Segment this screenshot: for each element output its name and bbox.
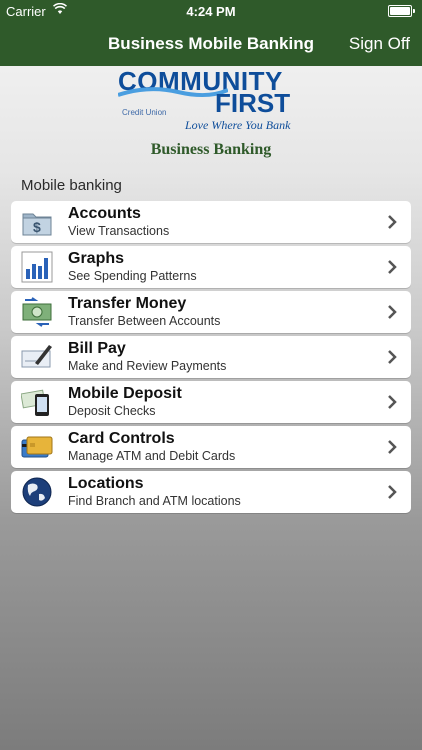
menu-item-title: Mobile Deposit [68,385,182,402]
chevron-right-icon [388,215,397,229]
chevron-right-icon [388,305,397,319]
menu-item-subtitle: Make and Review Payments [68,359,227,373]
logo-first-text: FIRST [215,88,291,118]
chevron-right-icon [388,350,397,364]
section-label: Mobile banking [21,177,122,194]
logo-credit-union-text: Credit Union [122,108,167,117]
menu-item-title: Card Controls [68,430,175,447]
bar-chart-icon [21,251,53,283]
sign-off-button[interactable]: Sign Off [349,34,410,54]
menu-item-title: Bill Pay [68,340,126,357]
folder-dollar-icon: $ [22,213,52,236]
chevron-right-icon [388,485,397,499]
page-title: Business Mobile Banking [108,34,314,53]
menu-item-subtitle: Transfer Between Accounts [68,314,221,328]
battery-icon [388,5,415,17]
chevron-right-icon [388,440,397,454]
menu-item-title: Locations [68,475,144,492]
menu-item-title: Transfer Money [68,295,187,312]
check-pen-icon [21,345,52,368]
menu-item-locations[interactable]: Locations Find Branch and ATM locations [11,471,411,513]
menu-item-accounts[interactable]: $ Accounts View Transactions [11,201,411,243]
credit-card-icon [21,436,53,458]
menu-item-card-controls[interactable]: Card Controls Manage ATM and Debit Cards [11,426,411,468]
status-bar: Carrier 4:24 PM [0,0,422,24]
logo-tagline: Love Where You Bank [185,118,291,132]
menu-item-subtitle: Deposit Checks [68,404,156,418]
chevron-right-icon [388,395,397,409]
phone-check-icon [21,389,49,416]
menu-item-graphs[interactable]: Graphs See Spending Patterns [11,246,411,288]
business-banking-subtitle: Business Banking [150,141,272,158]
chevron-right-icon [388,260,397,274]
navigation-bar: Carrier 4:24 PM Business Mobile Banking … [0,0,422,66]
menu-item-subtitle: View Transactions [68,224,170,238]
menu-item-mobile-deposit[interactable]: Mobile Deposit Deposit Checks [11,381,411,423]
menu-item-transfer-money[interactable]: Transfer Money Transfer Between Accounts [11,291,411,333]
menu-item-title: Accounts [68,205,141,222]
menu-list: $ Accounts View Transactions Graphs See … [11,201,411,516]
status-time: 4:24 PM [186,4,236,19]
globe-icon [22,477,52,507]
menu-item-bill-pay[interactable]: Bill Pay Make and Review Payments [11,336,411,378]
svg-text:$: $ [33,219,41,235]
money-transfer-icon [22,297,52,327]
menu-item-subtitle: Manage ATM and Debit Cards [68,449,236,463]
logo-swoosh [118,87,228,97]
menu-item-subtitle: Find Branch and ATM locations [68,494,241,508]
menu-item-subtitle: See Spending Patterns [68,269,197,283]
menu-item-title: Graphs [68,250,125,267]
